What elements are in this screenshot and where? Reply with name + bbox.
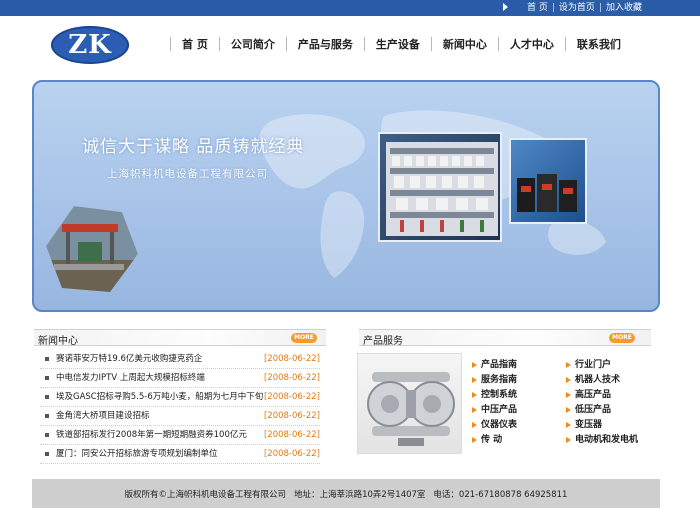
- top-utility-bar: 首 页 | 设为首页 | 加入收藏: [0, 0, 700, 16]
- news-item[interactable]: 赛诺菲安万特19.6亿美元收购捷克药企 [2008-06-22]: [40, 350, 320, 369]
- news-more-button[interactable]: MORE: [291, 333, 317, 343]
- news-date: [2008-06-22]: [263, 373, 320, 383]
- switchgear-photo: [378, 132, 502, 242]
- news-title: 厦门：同安公开招标旅游专项规划编制单位: [56, 449, 218, 459]
- category-link[interactable]: 电动机和发电机: [566, 433, 638, 448]
- top-links: 首 页 | 设为首页 | 加入收藏: [527, 2, 642, 14]
- footer-copyright: 版权所有©上海帜科机电设备工程有限公司: [124, 489, 287, 500]
- category-link[interactable]: 机器人技术: [566, 373, 638, 388]
- category-link[interactable]: 行业门户: [566, 358, 638, 373]
- hero-banner: 诚信大于谋略 品质铸就经典 上海帜科机电设备工程有限公司: [32, 80, 660, 312]
- link-separator: |: [551, 3, 555, 13]
- category-link[interactable]: 传 动: [472, 433, 517, 448]
- category-link[interactable]: 仪器仪表: [472, 418, 517, 433]
- link-separator: |: [598, 3, 602, 13]
- news-title: 铁道部招标发行2008年第一期短期融资券100亿元: [56, 430, 247, 440]
- nav-item-home[interactable]: 首 页: [171, 36, 219, 52]
- nav-item-about[interactable]: 公司简介: [220, 36, 286, 52]
- breaker-photo: [509, 138, 587, 224]
- bullet-icon: [45, 433, 49, 437]
- news-title: 埃及GASC招标寻购5.5-6万吨小麦，船期为七月中下旬: [56, 392, 264, 402]
- product-category-list-right: 行业门户 机器人技术 高压产品 低压产品 变压器 电动机和发电机: [566, 358, 638, 448]
- company-logo[interactable]: ZK: [51, 26, 129, 64]
- news-item[interactable]: 埃及GASC招标寻购5.5-6万吨小麦，船期为七月中下旬 [2008-06-22…: [40, 388, 320, 407]
- product-category-list-left: 产品指南 服务指南 控制系统 中压产品 仪器仪表 传 动: [472, 358, 517, 448]
- nav-item-products[interactable]: 产品与服务: [287, 36, 364, 52]
- pump-product-image[interactable]: [357, 353, 462, 454]
- diaphragm-pump-icon: [367, 372, 455, 446]
- banner-slogan: 诚信大于谋略 品质铸就经典: [82, 137, 305, 157]
- news-item[interactable]: 中电信发力IPTV 上周起大规模招标终端 [2008-06-22]: [40, 369, 320, 388]
- category-link[interactable]: 产品指南: [472, 358, 517, 373]
- bullet-icon: [45, 452, 49, 456]
- nav-item-contact[interactable]: 联系我们: [566, 36, 632, 52]
- switchgear-icon: [386, 142, 498, 236]
- category-link[interactable]: 服务指南: [472, 373, 517, 388]
- site-photo-hexagon: [46, 206, 138, 292]
- news-date: [2008-06-22]: [263, 392, 320, 402]
- category-link[interactable]: 控制系统: [472, 388, 517, 403]
- nav-item-equipment[interactable]: 生产设备: [365, 36, 431, 52]
- news-date: [2008-06-22]: [263, 449, 320, 459]
- news-date: [2008-06-22]: [263, 430, 320, 440]
- news-item[interactable]: 铁道部招标发行2008年第一期短期融资券100亿元 [2008-06-22]: [40, 426, 320, 445]
- nav-item-careers[interactable]: 人才中心: [499, 36, 565, 52]
- news-date: [2008-06-22]: [263, 411, 320, 421]
- bullet-icon: [45, 395, 49, 399]
- set-homepage-link[interactable]: 设为首页: [559, 2, 595, 14]
- bullet-icon: [45, 414, 49, 418]
- main-nav: 首 页 公司简介 产品与服务 生产设备 新闻中心 人才中心 联系我们: [170, 33, 632, 55]
- news-title: 金角湾大桥项目建设招标: [56, 411, 150, 421]
- news-item[interactable]: 厦门：同安公开招标旅游专项规划编制单位 [2008-06-22]: [40, 445, 320, 464]
- products-panel-title: 产品服务: [363, 336, 403, 347]
- products-panel-header: 产品服务 MORE: [359, 329, 651, 347]
- news-date: [2008-06-22]: [263, 354, 320, 364]
- category-link[interactable]: 高压产品: [566, 388, 638, 403]
- news-item[interactable]: 金角湾大桥项目建设招标 [2008-06-22]: [40, 407, 320, 426]
- circuit-breaker-icon: [517, 174, 577, 212]
- logo-text: ZK: [68, 30, 112, 60]
- arrow-icon: [503, 3, 508, 11]
- add-favorite-link[interactable]: 加入收藏: [606, 2, 642, 14]
- footer-address: 地址：上海莘浜路10弄2号1407室: [294, 489, 426, 500]
- news-list: 赛诺菲安万特19.6亿美元收购捷克药企 [2008-06-22] 中电信发力IP…: [40, 350, 320, 464]
- nav-item-news[interactable]: 新闻中心: [432, 36, 498, 52]
- news-panel-header: 新闻中心 MORE: [34, 329, 326, 347]
- products-more-button[interactable]: MORE: [609, 333, 635, 343]
- category-link[interactable]: 低压产品: [566, 403, 638, 418]
- news-title: 中电信发力IPTV 上周起大规模招标终端: [56, 373, 205, 383]
- footer-phone: 电话：021-67180878 64925811: [433, 489, 568, 500]
- footer: 版权所有©上海帜科机电设备工程有限公司 地址：上海莘浜路10弄2号1407室 电…: [32, 479, 660, 508]
- news-title: 赛诺菲安万特19.6亿美元收购捷克药企: [56, 354, 203, 364]
- banner-company-name: 上海帜科机电设备工程有限公司: [107, 168, 268, 180]
- category-link[interactable]: 中压产品: [472, 403, 517, 418]
- category-link[interactable]: 变压器: [566, 418, 638, 433]
- home-link[interactable]: 首 页: [527, 2, 548, 14]
- bullet-icon: [45, 357, 49, 361]
- news-panel-title: 新闻中心: [38, 336, 78, 347]
- bullet-icon: [45, 376, 49, 380]
